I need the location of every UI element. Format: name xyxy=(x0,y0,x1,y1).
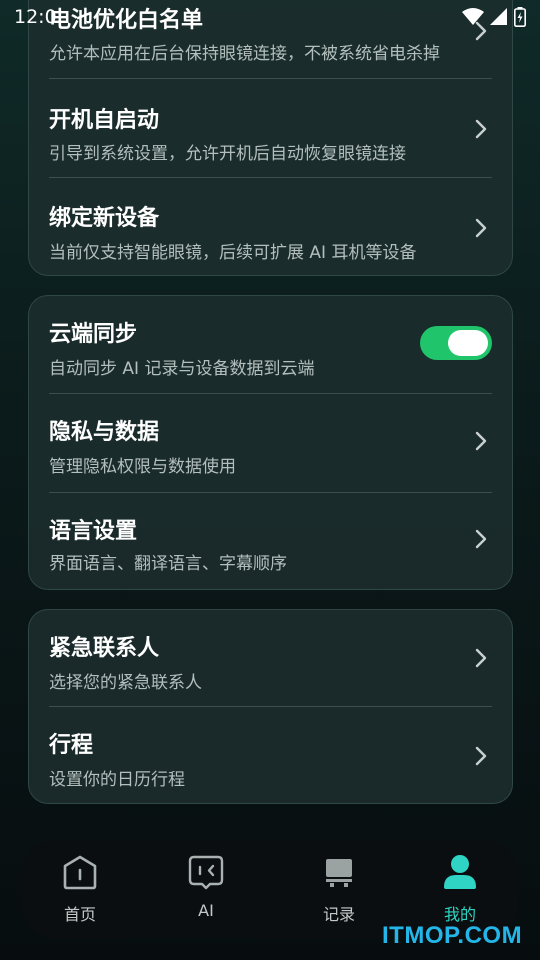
row-subtitle: 设置你的日历行程 xyxy=(49,770,185,790)
row-subtitle: 当前仅支持智能眼镜，后续可扩展 AI 耳机等设备 xyxy=(49,243,417,263)
cloud-sync-toggle[interactable] xyxy=(420,326,492,360)
chevron-right-icon xyxy=(475,218,487,238)
chevron-right-icon xyxy=(475,431,487,451)
chevron-right-icon xyxy=(475,746,487,766)
emergency-contact-row[interactable]: 紧急联系人 选择您的紧急联系人 xyxy=(29,610,512,707)
status-bar: 12:0 xyxy=(0,0,540,34)
watermark: ITMOP.COM xyxy=(382,922,523,949)
row-subtitle: 允许本应用在后台保持眼镜连接，不被系统省电杀掉 xyxy=(49,44,440,64)
data-settings-card: 云端同步 自动同步 AI 记录与设备数据到云端 隐私与数据 管理隐私权限与数据使… xyxy=(28,295,513,590)
nav-label: AI xyxy=(198,901,214,920)
row-title: 隐私与数据 xyxy=(49,420,160,445)
nav-label: 首页 xyxy=(63,905,96,924)
row-subtitle: 界面语言、翻译语言、字幕顺序 xyxy=(49,554,287,574)
glasses-icon xyxy=(188,855,224,890)
row-title: 云端同步 xyxy=(49,322,138,347)
chevron-right-icon xyxy=(475,529,487,549)
row-subtitle: 引导到系统设置，允许开机后自动恢复眼镜连接 xyxy=(49,144,406,164)
status-icons xyxy=(462,7,526,27)
row-title: 紧急联系人 xyxy=(49,636,160,661)
records-icon xyxy=(326,859,352,887)
row-title: 开机自启动 xyxy=(49,108,160,133)
nav-item-ai[interactable]: AI xyxy=(151,840,261,938)
privacy-data-row[interactable]: 隐私与数据 管理隐私权限与数据使用 xyxy=(29,394,512,492)
cloud-sync-row: 云端同步 自动同步 AI 记录与设备数据到云端 xyxy=(29,296,512,394)
nav-label: 记录 xyxy=(322,905,355,924)
signal-icon xyxy=(490,8,507,25)
bind-device-row[interactable]: 绑定新设备 当前仅支持智能眼镜，后续可扩展 AI 耳机等设备 xyxy=(29,178,512,275)
row-subtitle: 自动同步 AI 记录与设备数据到云端 xyxy=(49,359,315,379)
nav-item-home[interactable]: 首页 xyxy=(25,840,135,938)
battery-icon xyxy=(514,7,526,27)
schedule-row[interactable]: 行程 设置你的日历行程 xyxy=(29,707,512,803)
nav-item-records[interactable]: 记录 xyxy=(284,840,394,938)
row-subtitle: 管理隐私权限与数据使用 xyxy=(49,457,236,477)
chevron-right-icon xyxy=(475,119,487,139)
row-title: 语言设置 xyxy=(49,519,138,544)
personal-settings-card: 紧急联系人 选择您的紧急联系人 行程 设置你的日历行程 xyxy=(28,609,513,804)
chevron-right-icon xyxy=(475,648,487,668)
row-title: 行程 xyxy=(49,733,94,758)
row-subtitle: 选择您的紧急联系人 xyxy=(49,673,202,693)
profile-icon xyxy=(444,855,476,889)
row-title: 绑定新设备 xyxy=(49,206,160,231)
toggle-knob xyxy=(448,330,488,356)
home-icon xyxy=(63,855,97,890)
device-settings-card: 电池优化白名单 允许本应用在后台保持眼镜连接，不被系统省电杀掉 开机自启动 引导… xyxy=(28,0,513,276)
wifi-icon xyxy=(462,8,484,25)
auto-start-row[interactable]: 开机自启动 引导到系统设置，允许开机后自动恢复眼镜连接 xyxy=(29,79,512,178)
language-settings-row[interactable]: 语言设置 界面语言、翻译语言、字幕顺序 xyxy=(29,493,512,589)
status-time: 12:0 xyxy=(14,6,57,28)
